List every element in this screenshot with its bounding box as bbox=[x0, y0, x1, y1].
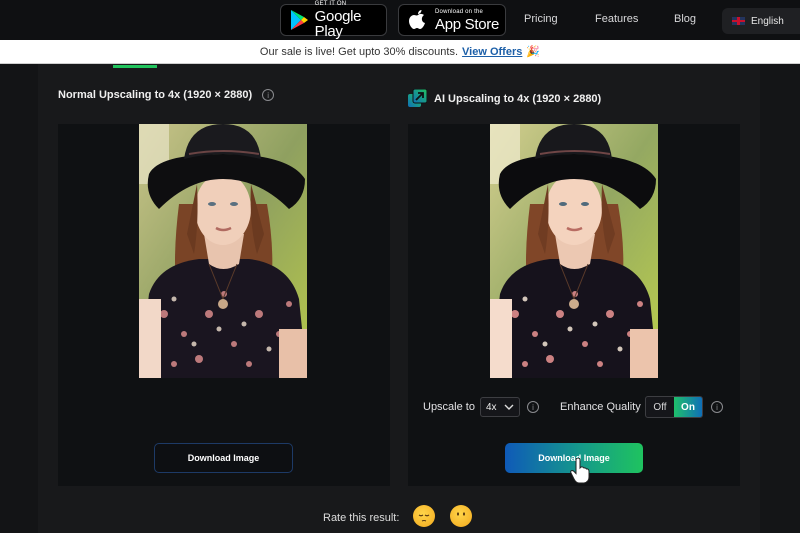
app-store-big-text: App Store bbox=[435, 15, 500, 33]
normal-upscaling-title: Normal Upscaling to 4x (1920 × 2880) i bbox=[58, 89, 275, 101]
uk-flag-icon bbox=[732, 17, 745, 25]
enhance-info-icon[interactable]: i bbox=[711, 401, 723, 413]
normal-upscaling-title-text: Normal Upscaling to 4x (1920 × 2880) bbox=[58, 89, 253, 101]
right-gutter bbox=[760, 64, 800, 533]
language-label: English bbox=[751, 15, 784, 27]
ai-upscaling-title-text: AI Upscaling to 4x (1920 × 2880) bbox=[434, 92, 602, 105]
nav-link-features[interactable]: Features bbox=[595, 13, 638, 25]
left-gutter bbox=[0, 64, 38, 533]
app-store-button[interactable]: Download on the App Store bbox=[398, 4, 506, 36]
sale-banner: Our sale is live! Get upto 30% discounts… bbox=[0, 40, 800, 64]
google-play-button[interactable]: GET IT ON Google Play bbox=[280, 1, 387, 40]
google-play-icon bbox=[287, 7, 311, 33]
app-store-small-text: Download on the bbox=[435, 8, 484, 15]
download-normal-button[interactable]: Download Image bbox=[154, 443, 293, 473]
active-tab-indicator bbox=[113, 65, 157, 68]
ai-upscaled-photo bbox=[490, 124, 658, 378]
banner-text: Our sale is live! Get upto 30% discounts… bbox=[259, 45, 459, 58]
upscale-factor-value: 4x bbox=[486, 401, 497, 413]
chevron-down-icon bbox=[504, 402, 514, 415]
enhance-quality-toggle[interactable]: Off On bbox=[645, 396, 703, 418]
google-play-big-text: Google Play bbox=[314, 8, 362, 40]
ai-upscaling-title: AI Upscaling to 4x (1920 × 2880) bbox=[408, 89, 601, 108]
toggle-on-option[interactable]: On bbox=[674, 397, 702, 417]
nav-link-pricing[interactable]: Pricing bbox=[524, 13, 558, 25]
enhance-quality-label: Enhance Quality bbox=[560, 401, 641, 413]
nav-link-blog[interactable]: Blog bbox=[674, 13, 696, 25]
google-play-small-text: GET IT ON bbox=[314, 1, 347, 7]
top-navigation: GET IT ON Google Play Download on the Ap… bbox=[0, 0, 800, 40]
rating-no-mouth-face[interactable] bbox=[450, 505, 472, 527]
language-selector[interactable]: English bbox=[722, 8, 800, 34]
upscale-to-label: Upscale to bbox=[423, 401, 475, 413]
toggle-off-option[interactable]: Off bbox=[646, 397, 674, 417]
apple-icon bbox=[405, 7, 431, 33]
view-offers-link[interactable]: View Offers bbox=[462, 46, 522, 58]
rating-pensive-face[interactable] bbox=[413, 505, 435, 527]
rate-result-label: Rate this result: bbox=[323, 512, 400, 524]
normal-upscaled-photo bbox=[139, 124, 307, 378]
upscale-info-icon[interactable]: i bbox=[527, 401, 539, 413]
party-popper-icon: 🎉 bbox=[526, 46, 541, 58]
hand-cursor-icon bbox=[570, 457, 590, 489]
upscale-factor-select[interactable]: 4x bbox=[480, 397, 520, 417]
info-icon[interactable]: i bbox=[262, 89, 275, 101]
ai-upscale-icon bbox=[408, 89, 427, 108]
